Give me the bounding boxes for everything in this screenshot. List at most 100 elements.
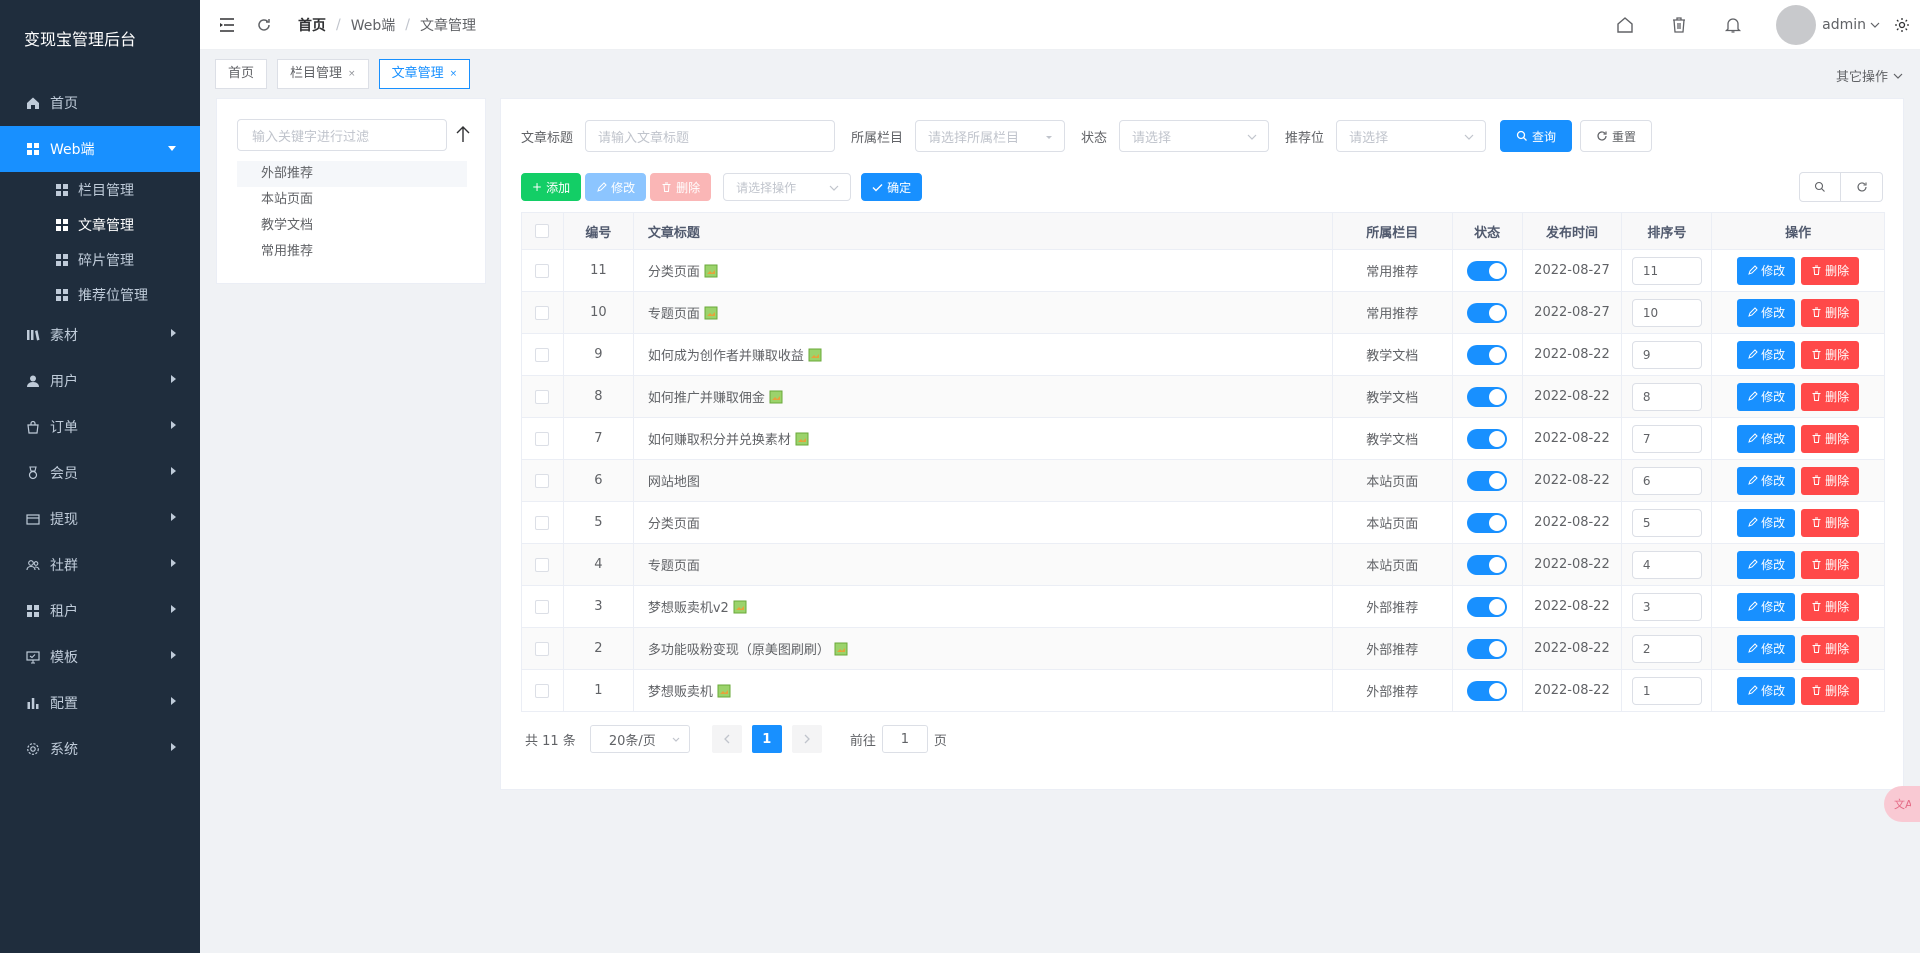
edit-button[interactable]: 修改 (1737, 340, 1796, 369)
row-checkbox[interactable] (535, 431, 550, 446)
status-select[interactable]: 请选择 (1119, 120, 1270, 152)
sort-number-input[interactable]: 2 (1631, 634, 1702, 663)
edit-button[interactable]: 修改 (1737, 550, 1796, 579)
page-size-select[interactable]: 20条/页 (589, 725, 690, 753)
username[interactable]: admin (1822, 17, 1866, 33)
goto-page-input[interactable]: 1 (881, 725, 928, 753)
row-checkbox[interactable] (535, 683, 550, 698)
sort-number-input[interactable]: 9 (1631, 340, 1702, 369)
add-button[interactable]: + 添加 (521, 173, 582, 201)
row-title[interactable]: 专题页面 (648, 555, 700, 574)
close-icon[interactable]: × (450, 60, 458, 88)
sort-number-input[interactable]: 7 (1631, 424, 1702, 453)
row-title[interactable]: 如何成为创作者并赚取收益 (648, 345, 804, 364)
row-checkbox[interactable] (535, 557, 550, 572)
refresh-icon[interactable] (254, 15, 274, 35)
delete-button[interactable]: 删除 (1801, 634, 1860, 663)
sort-number-input[interactable]: 6 (1631, 466, 1702, 495)
delete-button[interactable]: 删除 (1801, 550, 1860, 579)
edit-button[interactable]: 修改 (1737, 592, 1796, 621)
tag-column-manage[interactable]: 栏目管理 × (277, 59, 369, 89)
menu-fold-icon[interactable] (217, 15, 237, 35)
sort-number-input[interactable]: 8 (1631, 382, 1702, 411)
reset-button[interactable]: 重置 (1580, 120, 1653, 152)
sidebar-item[interactable]: 用户 (0, 358, 200, 404)
sidebar-subitem[interactable]: 推荐位管理 (0, 277, 200, 312)
sidebar-item[interactable]: 提现 (0, 496, 200, 542)
row-checkbox[interactable] (535, 389, 550, 404)
tag-home[interactable]: 首页 (215, 59, 268, 89)
row-title[interactable]: 如何推广并赚取佣金 (648, 387, 765, 406)
tree-node[interactable]: 常用推荐 (237, 239, 467, 265)
toggle-search-icon[interactable] (1799, 172, 1841, 202)
row-title[interactable]: 多功能吸粉变现（原美图刷刷） (648, 639, 830, 658)
sidebar-item[interactable]: 素材 (0, 312, 200, 358)
column-select[interactable]: 请选择所属栏目 (915, 120, 1066, 152)
edit-button[interactable]: 修改 (1737, 634, 1796, 663)
settings-gear-icon[interactable] (1894, 17, 1910, 33)
batch-edit-button[interactable]: 修改 (585, 173, 647, 201)
row-title[interactable]: 分类页面 (648, 261, 700, 280)
tree-node[interactable]: 教学文档 (237, 213, 467, 239)
sidebar-item[interactable]: 首页 (0, 80, 200, 126)
sidebar-item[interactable]: 系统 (0, 726, 200, 772)
row-checkbox[interactable] (535, 599, 550, 614)
row-title[interactable]: 分类页面 (648, 513, 700, 532)
sidebar-item[interactable]: Web端 (0, 126, 200, 172)
batch-delete-button[interactable]: 删除 (650, 173, 712, 201)
sort-number-input[interactable]: 3 (1631, 592, 1702, 621)
status-toggle[interactable] (1467, 344, 1508, 365)
prev-page-button[interactable] (711, 725, 742, 753)
sort-number-input[interactable]: 1 (1631, 676, 1702, 705)
sidebar-item[interactable]: 配置 (0, 680, 200, 726)
status-toggle[interactable] (1467, 386, 1508, 407)
trash-icon[interactable] (1668, 14, 1690, 36)
sort-number-input[interactable]: 4 (1631, 550, 1702, 579)
page-number-current[interactable]: 1 (751, 725, 782, 753)
delete-button[interactable]: 删除 (1801, 592, 1860, 621)
batch-operation-select[interactable]: 请选择操作 (723, 173, 852, 201)
status-toggle[interactable] (1467, 596, 1508, 617)
row-title[interactable]: 梦想贩卖机v2 (648, 597, 729, 616)
sort-number-input[interactable]: 10 (1631, 298, 1702, 327)
chevron-down-icon[interactable] (1870, 21, 1880, 29)
translate-icon[interactable]: 文A (1884, 786, 1920, 822)
status-toggle[interactable] (1467, 554, 1508, 575)
home-icon[interactable] (1614, 14, 1636, 36)
status-toggle[interactable] (1467, 260, 1508, 281)
edit-button[interactable]: 修改 (1737, 298, 1796, 327)
row-checkbox[interactable] (535, 347, 550, 362)
breadcrumb-home[interactable]: 首页 (298, 15, 326, 35)
next-page-button[interactable] (791, 725, 822, 753)
tree-node[interactable]: 外部推荐 (237, 161, 467, 187)
delete-button[interactable]: 删除 (1801, 466, 1860, 495)
delete-button[interactable]: 删除 (1801, 382, 1860, 411)
sidebar-item[interactable]: 社群 (0, 542, 200, 588)
row-checkbox[interactable] (535, 305, 550, 320)
title-search-input[interactable]: 请输入文章标题 (585, 120, 836, 152)
other-operations-dropdown[interactable]: 其它操作 (1836, 66, 1904, 85)
edit-button[interactable]: 修改 (1737, 382, 1796, 411)
row-checkbox[interactable] (535, 641, 550, 656)
status-toggle[interactable] (1467, 512, 1508, 533)
row-title[interactable]: 网站地图 (648, 471, 700, 490)
edit-button[interactable]: 修改 (1737, 508, 1796, 537)
delete-button[interactable]: 删除 (1801, 340, 1860, 369)
row-title[interactable]: 专题页面 (648, 303, 700, 322)
status-toggle[interactable] (1467, 302, 1508, 323)
status-toggle[interactable] (1467, 680, 1508, 701)
row-title[interactable]: 如何赚取积分并兑换素材 (648, 429, 791, 448)
bell-icon[interactable] (1722, 14, 1744, 36)
sidebar-item[interactable]: 模板 (0, 634, 200, 680)
edit-button[interactable]: 修改 (1737, 424, 1796, 453)
status-toggle[interactable] (1467, 470, 1508, 491)
sort-number-input[interactable]: 11 (1631, 256, 1702, 285)
row-checkbox[interactable] (535, 473, 550, 488)
position-select[interactable]: 请选择 (1336, 120, 1487, 152)
avatar[interactable] (1776, 5, 1817, 45)
query-button[interactable]: 查询 (1500, 120, 1573, 152)
delete-button[interactable]: 删除 (1801, 256, 1860, 285)
edit-button[interactable]: 修改 (1737, 466, 1796, 495)
tag-article-manage[interactable]: 文章管理 × (378, 59, 471, 89)
close-icon[interactable]: × (348, 60, 356, 88)
